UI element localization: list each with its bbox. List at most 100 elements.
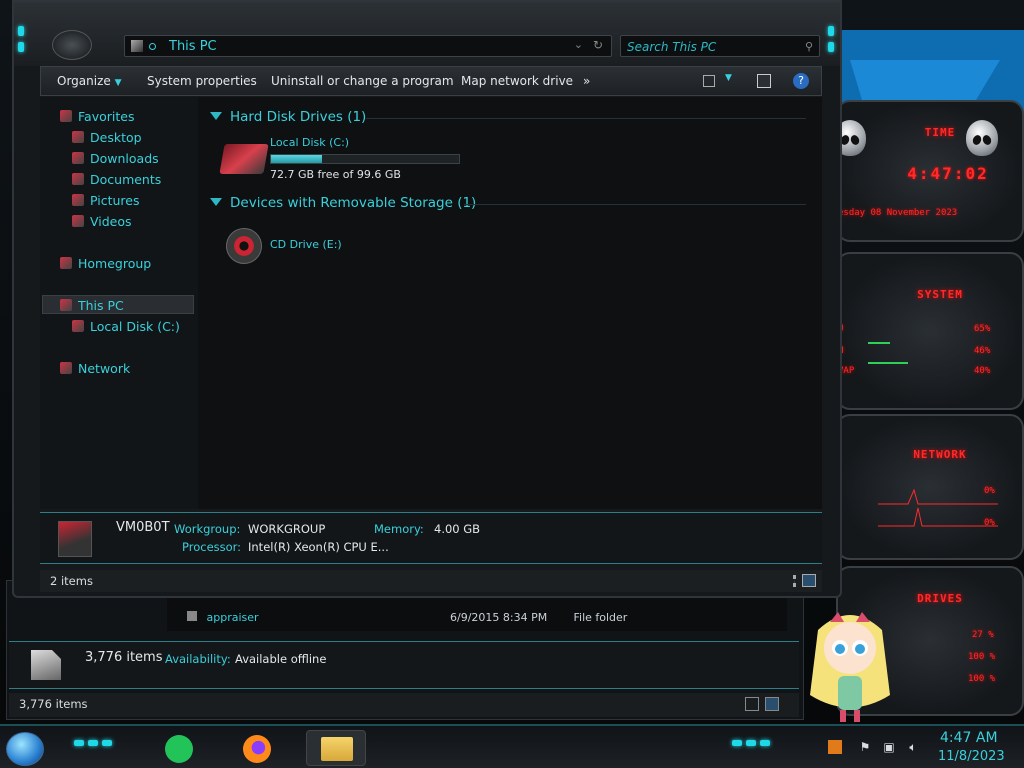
details-pane: VM0B0T Workgroup: WORKGROUP Memory: 4.00… (40, 512, 822, 564)
computer-icon (60, 299, 72, 311)
taskbar: ⚑ ▣ 🔈︎ 4:47 AM 11/8/2023 (0, 724, 1024, 768)
explorer-window[interactable]: This PC ⌄ ↻ Search This PC ⚲ Organize ▼ … (12, 0, 842, 598)
large-icons-view-icon[interactable] (765, 697, 779, 711)
file-type: File folder (573, 611, 628, 624)
group-header-removable[interactable]: Devices with Removable Storage (1) (210, 195, 476, 211)
start-button[interactable] (6, 732, 44, 766)
nav-item-pictures[interactable]: Pictures (72, 193, 140, 208)
items-count: 3,776 items (85, 650, 163, 665)
character-sticker (810, 612, 890, 722)
details-view-icon[interactable] (793, 575, 796, 587)
file-date: 6/9/2015 8:34 PM (450, 611, 548, 624)
more-commands-button[interactable]: » (583, 74, 590, 88)
details-view-icon[interactable] (745, 697, 759, 711)
system-gadget[interactable]: SYSTEM U M VAP 65% 46% 40% (836, 252, 1024, 410)
nav-item-downloads[interactable]: Downloads (72, 151, 159, 166)
nav-label: Documents (90, 172, 162, 187)
status-items: 3,776 items (19, 697, 88, 711)
group-header-hdd[interactable]: Hard Disk Drives (1) (210, 109, 366, 125)
time-gadget[interactable]: TIME 4:47:02 esday 08 November 2023 (834, 100, 1024, 242)
volume-icon[interactable]: 🔈︎ (906, 740, 920, 754)
status-items: 2 items (50, 574, 93, 588)
cd-drive-icon[interactable] (226, 228, 262, 264)
nav-item-documents[interactable]: Documents (72, 172, 161, 187)
back-forward-icon[interactable] (52, 30, 92, 60)
network-graph (878, 507, 998, 527)
status-bar: 2 items (40, 570, 822, 592)
cpu-value: 65% (974, 324, 991, 334)
help-icon[interactable]: ? (793, 73, 809, 89)
decor-light (732, 740, 742, 746)
network-tray-icon[interactable]: ▣ (882, 740, 896, 754)
nav-item-this-pc[interactable]: This PC (60, 298, 124, 313)
list-item[interactable]: appraiser 6/9/2015 8:34 PM File folder (187, 611, 627, 624)
decor-light (828, 42, 834, 52)
drive-c-name[interactable]: Local Disk (C:) (270, 136, 349, 149)
nav-item-favorites[interactable]: Favorites (60, 109, 134, 124)
nav-item-local-disk[interactable]: Local Disk (C:) (72, 319, 180, 334)
java-tray-icon[interactable] (828, 740, 842, 754)
hard-drive-icon[interactable] (219, 144, 269, 174)
decor-light (102, 740, 112, 746)
chevron-down-icon[interactable]: ⌄ (574, 38, 583, 51)
desktop: TIME 4:47:02 esday 08 November 2023 SYST… (0, 0, 1024, 768)
file-explorer-button[interactable] (306, 730, 366, 766)
flag-icon[interactable]: ⚑ (858, 740, 872, 754)
computer-name: VM0B0T (116, 520, 170, 535)
availability-label: Availability: (165, 652, 231, 666)
preview-pane-icon[interactable] (757, 74, 771, 88)
group-label: Hard Disk Drives (1) (230, 109, 367, 125)
capacity-fill (271, 155, 322, 163)
desktop-icon (72, 131, 84, 143)
organize-label: Organize (57, 74, 111, 88)
background-explorer-window[interactable]: appraiser 6/9/2015 8:34 PM File folder 3… (6, 580, 804, 720)
drive1-value: 27 % (972, 630, 994, 640)
clock-date[interactable]: 11/8/2023 (938, 749, 1005, 764)
chevron-down-icon (210, 198, 222, 206)
drive-icon (72, 320, 84, 332)
notes-app-button[interactable] (156, 730, 204, 766)
firefox-icon (243, 735, 271, 763)
nav-label: Downloads (90, 151, 159, 166)
system-properties-button[interactable]: System properties (147, 74, 257, 88)
search-input[interactable]: Search This PC ⚲ (620, 35, 820, 57)
net-in-value: 0% (984, 486, 995, 496)
nav-label: Videos (90, 214, 132, 229)
breadcrumb-arrow-icon[interactable] (149, 43, 156, 50)
decor-light (88, 740, 98, 746)
address-bar[interactable]: This PC ⌄ ↻ (124, 35, 612, 57)
decor-light (760, 740, 770, 746)
download-icon (72, 152, 84, 164)
swap-value: 40% (974, 366, 991, 376)
network-gadget[interactable]: NETWORK 0% 0% (836, 414, 1024, 560)
folder-icon (321, 737, 353, 761)
large-icons-view-icon[interactable] (802, 574, 816, 587)
decor-light (746, 740, 756, 746)
workgroup-value: WORKGROUP (248, 522, 326, 536)
nav-item-desktop[interactable]: Desktop (72, 130, 142, 145)
computer-icon (58, 521, 92, 557)
chevron-down-icon[interactable]: ▼ (725, 73, 732, 83)
window-titlebar[interactable]: This PC ⌄ ↻ Search This PC ⚲ (14, 2, 840, 66)
drive-c-capacity-bar (270, 154, 460, 164)
nav-item-videos[interactable]: Videos (72, 214, 132, 229)
ram-value: 46% (974, 346, 991, 356)
clock-time[interactable]: 4:47 AM (940, 730, 998, 746)
homegroup-icon (60, 257, 72, 269)
refresh-icon[interactable]: ↻ (593, 38, 603, 52)
gadget-date: esday 08 November 2023 (838, 208, 958, 218)
drive-e-name[interactable]: CD Drive (E:) (270, 238, 342, 251)
nav-item-network[interactable]: Network (60, 361, 130, 376)
drive2-value: 100 % (968, 652, 996, 662)
nav-label: Homegroup (78, 256, 152, 271)
availability-value: Available offline (235, 652, 327, 666)
nav-item-homegroup[interactable]: Homegroup (60, 256, 151, 271)
workgroup-label: Workgroup: (174, 522, 241, 536)
swap-meter (868, 362, 908, 364)
change-view-icon[interactable] (703, 75, 715, 87)
firefox-button[interactable] (234, 730, 282, 766)
uninstall-program-button[interactable]: Uninstall or change a program (271, 74, 454, 88)
command-bar: Organize ▼ System properties Uninstall o… (40, 66, 822, 96)
organize-button[interactable]: Organize ▼ (57, 74, 122, 88)
map-network-drive-button[interactable]: Map network drive (461, 74, 573, 88)
